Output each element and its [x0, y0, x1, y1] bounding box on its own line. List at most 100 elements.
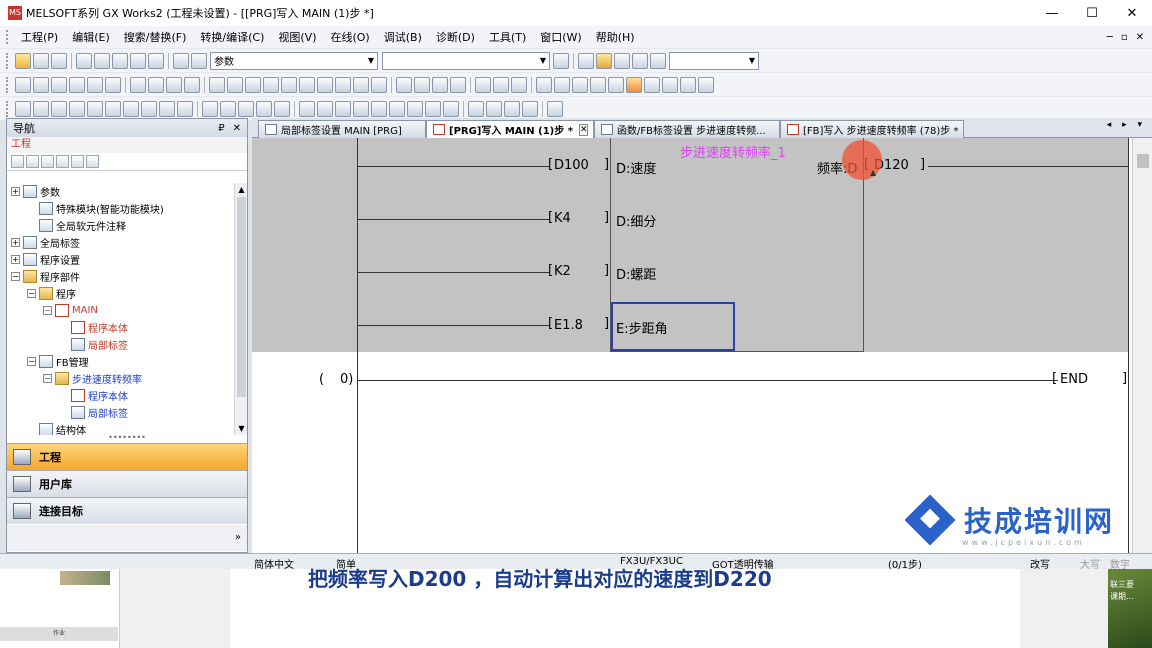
pane-connection-button[interactable]: 连接目标: [7, 497, 247, 524]
menu-diagnostics[interactable]: 诊断(D): [429, 29, 482, 45]
editor-scrollbar[interactable]: [1132, 138, 1152, 553]
menu-grip[interactable]: [6, 30, 10, 44]
tree-item[interactable]: 程序本体: [7, 387, 235, 404]
coil-icon[interactable]: [87, 76, 103, 93]
tab-fb-labels[interactable]: 函数/FB标签设置 步进速度转频...: [594, 120, 780, 138]
hline-icon[interactable]: [130, 76, 146, 93]
mdi-minimize-button[interactable]: ─: [1107, 32, 1113, 43]
style-select[interactable]: ▼: [669, 51, 759, 70]
program-select[interactable]: ▼: [382, 51, 550, 70]
falling-result-icon[interactable]: [335, 76, 351, 93]
page-icon[interactable]: [553, 52, 569, 69]
open-icon[interactable]: [468, 100, 484, 117]
contact-nc-icon[interactable]: [33, 76, 49, 93]
tree-item[interactable]: 特殊模块(智能功能模块): [7, 200, 235, 217]
decimal-icon[interactable]: [87, 100, 103, 117]
menu-project[interactable]: 工程(P): [14, 29, 65, 45]
operation-result-icon[interactable]: [299, 76, 315, 93]
search-icon[interactable]: [698, 76, 714, 93]
parameter-select[interactable]: 参数 ▼: [210, 51, 378, 70]
open-folder-icon[interactable]: [596, 52, 612, 69]
more-panes-button[interactable]: »: [7, 525, 247, 551]
scroll-up-icon[interactable]: ▲: [235, 183, 248, 196]
invert-icon[interactable]: [281, 76, 297, 93]
instruction-icon[interactable]: [105, 76, 121, 93]
undo-icon[interactable]: [256, 100, 272, 117]
collapse-icon[interactable]: −: [11, 272, 20, 281]
label-table-icon[interactable]: [443, 100, 459, 117]
ascii-icon[interactable]: [105, 100, 121, 117]
copy-icon[interactable]: [220, 100, 236, 117]
expand-icon[interactable]: +: [11, 238, 20, 247]
radix-8-icon[interactable]: [33, 100, 49, 117]
maximize-button[interactable]: ☐: [1072, 0, 1112, 26]
menu-view[interactable]: 视图(V): [271, 29, 323, 45]
menu-debug[interactable]: 调试(B): [377, 29, 429, 45]
redo-icon[interactable]: [274, 100, 290, 117]
toolbar-grip[interactable]: [6, 100, 10, 117]
help-icon[interactable]: [173, 52, 189, 69]
delete-col-icon[interactable]: [407, 100, 423, 117]
edit-mode-icon[interactable]: [626, 76, 642, 93]
rising-parallel-icon[interactable]: [245, 76, 261, 93]
radix-16-icon[interactable]: [69, 100, 85, 117]
tree-item[interactable]: + 参数: [7, 183, 235, 200]
expand-icon[interactable]: +: [11, 187, 20, 196]
collapse-icon[interactable]: −: [43, 374, 52, 383]
tab-prg-main[interactable]: [PRG]写入 MAIN (1)步 * ✕: [426, 120, 594, 138]
radix-10-icon[interactable]: [51, 100, 67, 117]
menu-window[interactable]: 窗口(W): [533, 29, 588, 45]
menu-help[interactable]: 帮助(H): [589, 29, 642, 45]
line-input-icon[interactable]: [353, 76, 369, 93]
radix-2-icon[interactable]: [15, 100, 31, 117]
tab-close-icon[interactable]: ✕: [578, 123, 589, 136]
collapse-icon[interactable]: −: [27, 357, 36, 366]
tab-fb-program[interactable]: [FB]写入 步进速度转频率 (78)步 *: [780, 120, 964, 138]
operand-input-4[interactable]: E1.8: [554, 318, 583, 333]
cross-ref-icon[interactable]: [554, 76, 570, 93]
tree-scrollbar[interactable]: ▲ ▼: [234, 183, 247, 435]
rising-result-icon[interactable]: [317, 76, 333, 93]
tree-item[interactable]: − 步进速度转频率: [7, 370, 235, 387]
print-icon[interactable]: [632, 52, 648, 69]
monitor-icon[interactable]: [130, 52, 146, 69]
project-icon[interactable]: [15, 52, 31, 69]
tree-item[interactable]: 局部标签: [7, 404, 235, 421]
tree-item[interactable]: − 程序: [7, 285, 235, 302]
menu-find-replace[interactable]: 搜索/替换(F): [117, 29, 194, 45]
vline-icon[interactable]: [148, 76, 164, 93]
property-icon[interactable]: [56, 155, 69, 168]
mdi-restore-button[interactable]: ▫: [1121, 32, 1128, 43]
operand-input-2[interactable]: K4: [554, 211, 571, 226]
next-icon[interactable]: [317, 100, 333, 117]
read-plc-icon[interactable]: [76, 52, 92, 69]
info-icon[interactable]: [650, 52, 666, 69]
editor-scroll-thumb[interactable]: [1137, 154, 1149, 168]
paste-icon[interactable]: [41, 155, 54, 168]
cascade-icon[interactable]: [522, 100, 538, 117]
insert-row-icon[interactable]: [353, 100, 369, 117]
toolbar-grip[interactable]: [6, 52, 10, 69]
tree-item[interactable]: − 程序部件: [7, 268, 235, 285]
pane-project-button[interactable]: 工程: [7, 443, 247, 470]
device-use-icon[interactable]: [572, 76, 588, 93]
monitor-stop-icon[interactable]: [608, 76, 624, 93]
note-icon[interactable]: [432, 76, 448, 93]
collapse-icon[interactable]: −: [27, 289, 36, 298]
verify-plc-icon[interactable]: [112, 52, 128, 69]
ladder-editor[interactable]: 步进速度转频率_1 [ D100 ] D:速度 [ K4 ] D:细分 [ K2…: [252, 138, 1152, 553]
mdi-close-button[interactable]: ✕: [1136, 32, 1144, 43]
expand-icon[interactable]: +: [11, 255, 20, 264]
tree-item[interactable]: − FB管理: [7, 353, 235, 370]
write-plc-icon[interactable]: [94, 52, 110, 69]
falling-parallel-icon[interactable]: [263, 76, 279, 93]
device-icon[interactable]: [148, 52, 164, 69]
tree-item[interactable]: + 程序设置: [7, 251, 235, 268]
menu-convert[interactable]: 转换/编译(C): [193, 29, 271, 45]
label-icon[interactable]: [450, 76, 466, 93]
tab-local-labels-main[interactable]: 局部标签设置 MAIN [PRG]: [258, 120, 426, 138]
delete-vline-icon[interactable]: [184, 76, 200, 93]
comment-icon[interactable]: [396, 76, 412, 93]
end-instruction[interactable]: END: [1060, 372, 1088, 387]
pane-splitter[interactable]: ••••••••: [7, 434, 247, 443]
